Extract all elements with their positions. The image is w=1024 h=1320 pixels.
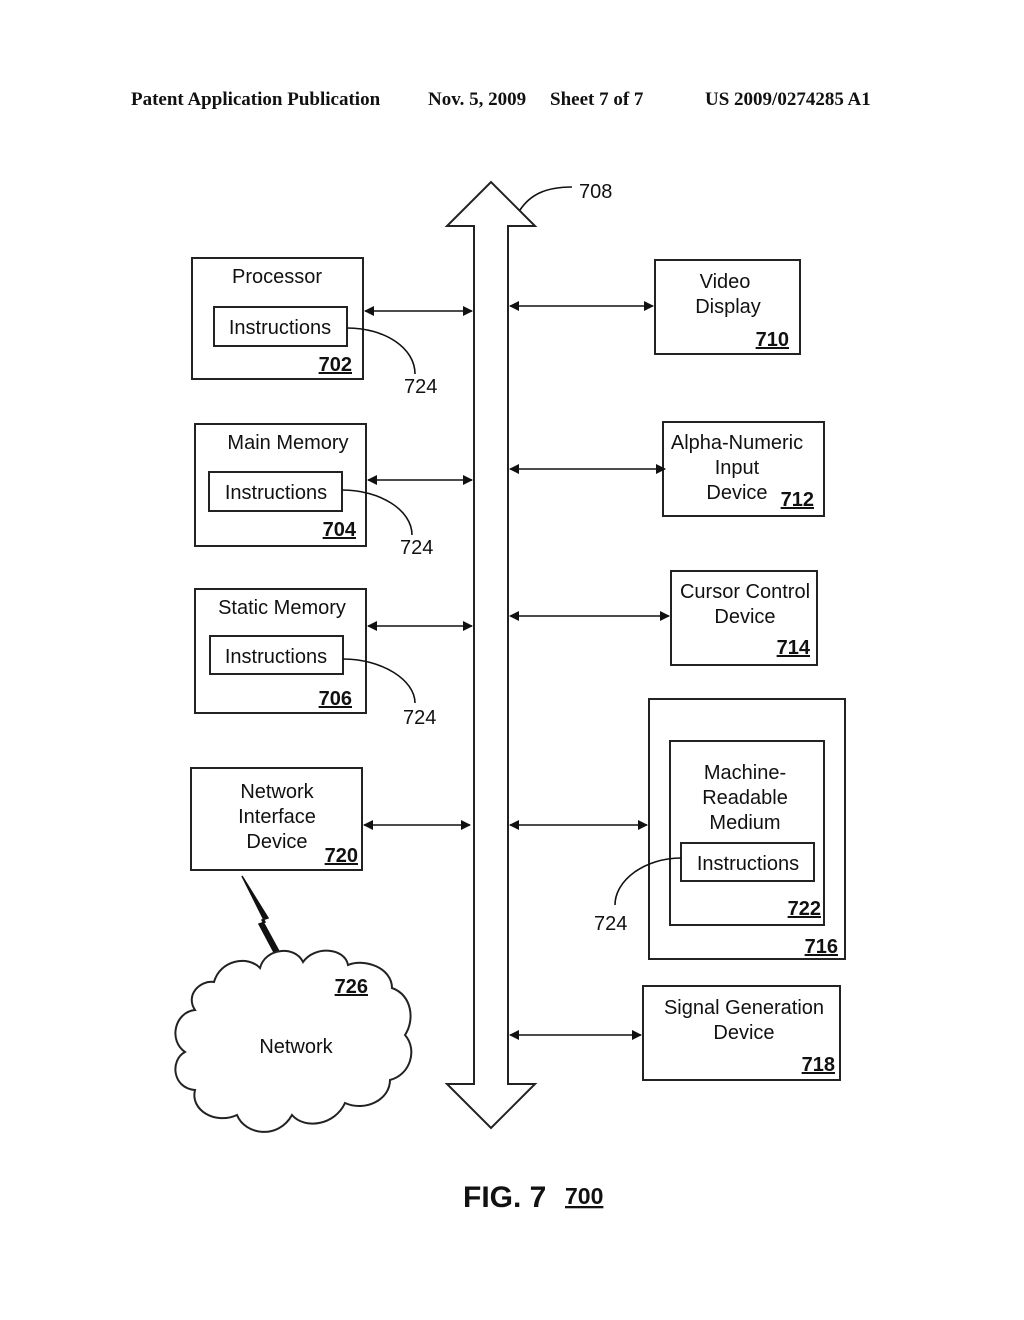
figure-label: FIG. 7	[463, 1181, 546, 1214]
static-memory-instructions-ref: 724	[403, 707, 436, 729]
processor-ref: 702	[319, 354, 352, 376]
alpha-numeric-label-line3: Device	[706, 482, 767, 504]
drive-unit-block: Machine- Readable Medium Instructions 72…	[509, 698, 846, 960]
bus-ref: 708	[579, 181, 612, 203]
video-display-label-line2: Display	[695, 296, 761, 318]
main-memory-instructions-label: Instructions	[225, 482, 327, 504]
wireless-link-icon	[241, 875, 283, 957]
system-bus: 708	[444, 180, 612, 1130]
processor-instructions-label: Instructions	[229, 317, 331, 339]
medium-label-line3: Medium	[709, 812, 780, 834]
static-memory-ref: 706	[319, 688, 352, 710]
cursor-control-ref: 714	[777, 637, 811, 659]
network-interface-device-label-line1: Network	[240, 781, 314, 803]
video-display-block: Video Display 710	[509, 259, 801, 355]
alpha-numeric-input-device-block: Alpha-Numeric Input Device 712	[509, 421, 825, 517]
bus-leader-line	[519, 186, 573, 211]
cursor-control-device-block: Cursor Control Device 714	[509, 570, 818, 666]
alpha-numeric-ref: 712	[781, 489, 814, 511]
alpha-numeric-label-line1: Alpha-Numeric	[671, 432, 803, 454]
static-memory-block: Static Memory Instructions 706 724	[194, 588, 473, 729]
medium-ref: 722	[788, 898, 821, 920]
medium-label-line2: Readable	[702, 787, 788, 809]
main-memory-instructions-ref: 724	[400, 537, 433, 559]
main-memory-label: Main Memory	[227, 432, 348, 454]
cursor-control-label-line1: Cursor Control	[680, 581, 810, 603]
main-memory-ref: 704	[323, 519, 357, 541]
network-interface-device-block: Network Interface Device 720	[190, 767, 471, 871]
signal-generation-device-block: Signal Generation Device 718	[509, 985, 841, 1081]
static-memory-instructions-label: Instructions	[225, 646, 327, 668]
medium-instructions-label: Instructions	[697, 853, 799, 875]
static-memory-label: Static Memory	[218, 597, 346, 619]
network-interface-device-label-line3: Device	[246, 831, 307, 853]
signal-generation-ref: 718	[802, 1054, 835, 1076]
system-diagram: 708 Processor Instructions 702 724 Main …	[174, 180, 846, 1214]
video-display-label-line1: Video	[700, 271, 751, 293]
drive-unit-ref: 716	[805, 936, 838, 958]
alpha-numeric-label-line2: Input	[715, 457, 760, 479]
processor-instructions-ref: 724	[404, 376, 437, 398]
bus-arrow	[444, 180, 538, 1130]
cursor-control-label-line2: Device	[714, 606, 775, 628]
figure-ref: 700	[565, 1183, 603, 1209]
network-interface-device-label-line2: Interface	[238, 806, 316, 828]
medium-instructions-ref: 724	[594, 913, 627, 935]
signal-generation-label-line2: Device	[713, 1022, 774, 1044]
network-cloud: 726 Network	[174, 949, 413, 1133]
signal-generation-label-line1: Signal Generation	[664, 997, 824, 1019]
main-memory-block: Main Memory Instructions 704 724	[194, 423, 473, 559]
video-display-ref: 710	[756, 329, 789, 351]
processor-block: Processor Instructions 702 724	[191, 257, 473, 398]
network-interface-device-ref: 720	[325, 845, 358, 867]
network-label: Network	[259, 1036, 333, 1058]
processor-label: Processor	[232, 266, 322, 288]
medium-label-line1: Machine-	[704, 762, 786, 784]
network-ref: 726	[335, 976, 368, 998]
